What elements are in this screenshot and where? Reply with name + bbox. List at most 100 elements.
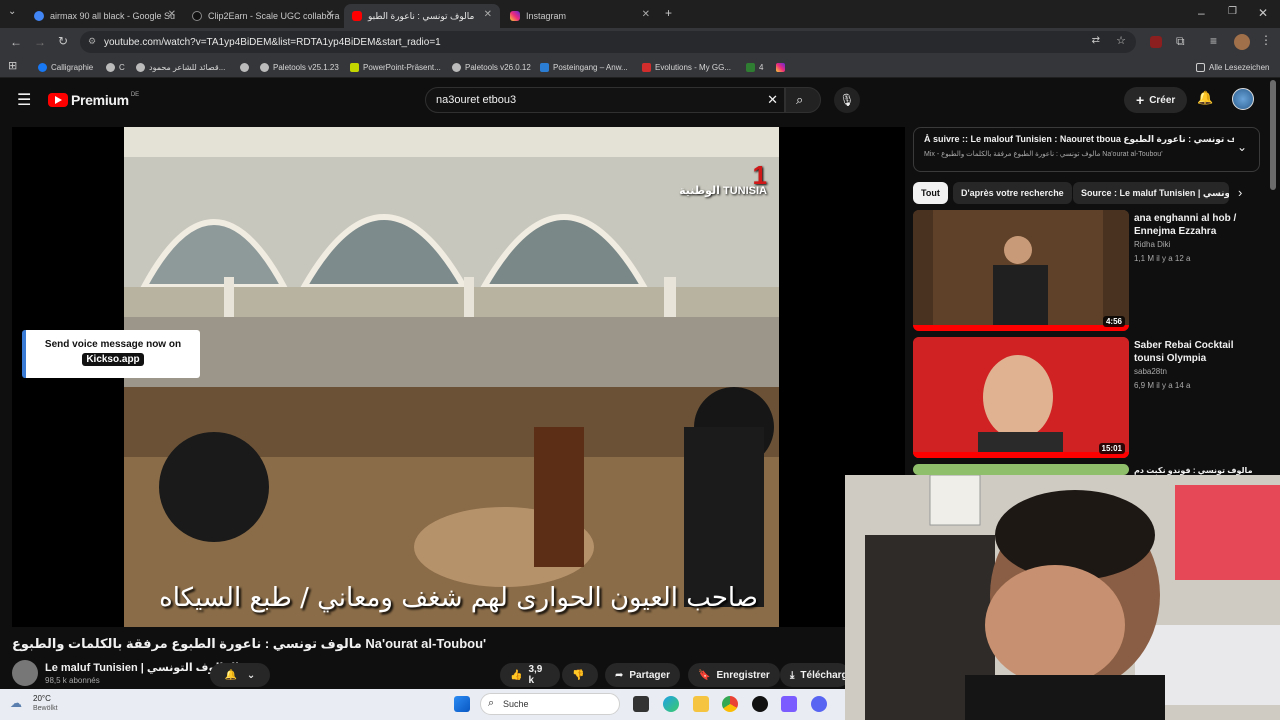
search-button[interactable]: ⌕ bbox=[785, 87, 821, 113]
chip-source[interactable]: Source : Le maluf Tunisien | المالوف الت… bbox=[1073, 182, 1229, 204]
video-title: مالوف تونسي : ناعورة الطبوع مرفقة بالكلم… bbox=[12, 636, 487, 651]
reload-icon[interactable]: ↻ bbox=[58, 34, 68, 48]
youtube-header: ☰ Premium DE na3ouret etbou3 ✕ ⌕ 🎙 + Cré… bbox=[0, 78, 1280, 122]
tab-instagram[interactable]: Instagram ✕ bbox=[502, 4, 658, 28]
thumbnail-image bbox=[913, 210, 1129, 331]
search-input[interactable]: na3ouret etbou3 ✕ bbox=[425, 87, 785, 113]
translate-icon[interactable]: ⇄ bbox=[1092, 35, 1100, 46]
chip-search-related[interactable]: D'après votre recherche bbox=[953, 182, 1072, 204]
edge-icon[interactable] bbox=[663, 696, 679, 712]
search-value: na3ouret etbou3 bbox=[436, 94, 517, 106]
extension-icon[interactable] bbox=[1150, 36, 1162, 48]
discord-icon[interactable] bbox=[811, 696, 827, 712]
browser-address-bar: ← → ↻ ⚙ youtube.com/watch?v=TA1yp4BiDEM&… bbox=[0, 28, 1280, 56]
close-icon[interactable]: ✕ bbox=[326, 9, 334, 20]
close-icon[interactable]: ✕ bbox=[642, 9, 650, 20]
mail-icon bbox=[540, 62, 549, 72]
window-close-icon[interactable]: ✕ bbox=[1258, 6, 1268, 20]
obs-icon[interactable] bbox=[752, 696, 768, 712]
recommendation-thumbnail[interactable]: 15:01 bbox=[913, 337, 1129, 458]
bell-icon: 🔔 bbox=[224, 669, 238, 681]
bookmark-calligraphie[interactable]: Calligraphie bbox=[38, 59, 93, 75]
task-view-icon[interactable] bbox=[633, 696, 649, 712]
tab-youtube[interactable]: مالوف تونسي : ناعورة الطبو ✕ bbox=[344, 4, 500, 28]
bookmark-label: Evolutions - My GG... bbox=[655, 62, 732, 72]
chevron-down-icon[interactable]: ⌄ bbox=[1237, 140, 1247, 154]
chevron-down-icon: ⌄ bbox=[246, 669, 256, 681]
windows-taskbar: ☁ 20°C Bewölkt ⌕ Suche bbox=[0, 689, 845, 720]
recommendation-thumbnail[interactable]: 4:56 bbox=[913, 210, 1129, 331]
subscription-bell-button[interactable]: 🔔 ⌄ bbox=[210, 663, 270, 687]
up-next-playlist[interactable]: À suivre :: Le malouf Tunisien : Naouret… bbox=[913, 127, 1260, 172]
extensions-puzzle-icon[interactable]: ⧉ bbox=[1176, 34, 1185, 49]
notifications-bell-icon[interactable]: 🔔 bbox=[1197, 90, 1213, 106]
bookmark-label: Calligraphie bbox=[51, 62, 94, 72]
share-button[interactable]: ➦ Partager bbox=[605, 663, 680, 687]
close-icon[interactable]: ✕ bbox=[484, 9, 492, 20]
thumbs-down-icon: 👎 bbox=[572, 669, 585, 681]
like-button[interactable]: 👍 3,9 k bbox=[500, 663, 560, 687]
minimize-icon[interactable]: – bbox=[1198, 6, 1205, 20]
bookmark-posteingang[interactable]: Posteingang – Anw... bbox=[540, 59, 628, 75]
app-grid-icon[interactable] bbox=[781, 696, 797, 712]
bookmark-paletools-26[interactable]: Paletools v26.0.12 bbox=[452, 59, 531, 75]
chip-all[interactable]: Tout bbox=[913, 182, 948, 204]
bookmark-label: Posteingang – Anw... bbox=[553, 62, 628, 72]
recommendation-title[interactable]: ana enghanni al hob / Ennejma Ezzahra bbox=[1134, 212, 1254, 238]
new-tab-icon[interactable]: + bbox=[665, 6, 672, 20]
recommendation-thumbnail[interactable] bbox=[913, 464, 1129, 475]
recommendation-title[interactable]: مالوف تونسي : فوندو نكبت دم المحابل bbox=[1134, 464, 1254, 475]
bookmark-c[interactable]: C bbox=[106, 59, 125, 75]
menu-icon[interactable]: ⋮ bbox=[1260, 33, 1272, 47]
create-button[interactable]: + Créer bbox=[1124, 87, 1188, 113]
save-button[interactable]: 🔖 Enregistrer bbox=[688, 663, 780, 687]
reading-list-icon[interactable]: ≡ bbox=[1210, 34, 1217, 48]
bookmark-powerpoint[interactable]: PowerPoint-Präsent... bbox=[350, 59, 441, 75]
bookmark-star-icon[interactable]: ☆ bbox=[1116, 34, 1126, 47]
channel-avatar[interactable] bbox=[12, 660, 38, 686]
weather-cloud-icon[interactable]: ☁ bbox=[10, 696, 22, 710]
url-field[interactable]: ⚙ youtube.com/watch?v=TA1yp4BiDEM&list=R… bbox=[80, 31, 1136, 53]
watermark-number: 1 bbox=[752, 160, 767, 190]
chrome-icon[interactable] bbox=[722, 696, 738, 712]
bookmark-qasaid[interactable]: قصائد للشاعر محمود... bbox=[136, 59, 225, 75]
create-label: Créer bbox=[1149, 94, 1176, 106]
dislike-button[interactable]: 👎 bbox=[562, 663, 598, 687]
hamburger-menu-icon[interactable]: ☰ bbox=[17, 90, 31, 110]
page-scrollbar[interactable] bbox=[1270, 80, 1276, 190]
weather-temp[interactable]: 20°C bbox=[33, 694, 51, 703]
apps-grid-icon[interactable]: ⊞ bbox=[8, 59, 17, 72]
back-icon[interactable]: ← bbox=[10, 35, 22, 49]
account-avatar[interactable] bbox=[1232, 88, 1254, 110]
file-explorer-icon[interactable] bbox=[693, 696, 709, 712]
download-button[interactable]: ⤓ Télécharger bbox=[780, 663, 850, 687]
bookmark-paletools-25[interactable]: Paletools v25.1.23 bbox=[260, 59, 339, 75]
tab-search-icon[interactable]: ⌄ bbox=[8, 6, 16, 17]
taskbar-search[interactable]: ⌕ Suche bbox=[480, 693, 620, 715]
bookmark-label: قصائد للشاعر محمود... bbox=[149, 62, 226, 72]
bookmark-instagram[interactable] bbox=[776, 59, 789, 75]
recommendation-channel[interactable]: saba28tn bbox=[1134, 367, 1167, 376]
site-info-icon[interactable]: ⚙ bbox=[88, 36, 96, 47]
evolutions-icon bbox=[642, 62, 651, 72]
tab-google[interactable]: airmax 90 all black - Google Su ✕ bbox=[26, 4, 184, 28]
all-bookmarks[interactable]: Alle Lesezeichen bbox=[1196, 59, 1269, 75]
close-icon[interactable]: ✕ bbox=[168, 9, 176, 20]
kickso-overlay-widget[interactable]: Send voice message now on Kickso.app bbox=[22, 330, 200, 378]
restore-icon[interactable]: ❐ bbox=[1228, 6, 1237, 17]
forward-icon[interactable]: → bbox=[34, 35, 46, 49]
bookmark-evolutions[interactable]: Evolutions - My GG... bbox=[642, 59, 731, 75]
profile-avatar[interactable] bbox=[1234, 34, 1250, 50]
bookmark-label: PowerPoint-Präsent... bbox=[363, 62, 441, 72]
bookmark-4[interactable]: 4 bbox=[746, 59, 763, 75]
windows-start-icon[interactable] bbox=[454, 696, 470, 712]
youtube-logo[interactable]: Premium DE bbox=[48, 92, 139, 108]
tab-clip2earn[interactable]: Clip2Earn - Scale UGC collabora ✕ bbox=[184, 4, 342, 28]
voice-search-icon[interactable]: 🎙 bbox=[834, 87, 860, 113]
bookmark-label: C bbox=[119, 62, 125, 72]
bookmark-globe[interactable] bbox=[240, 59, 253, 75]
recommendation-title[interactable]: Saber Rebai Cocktail tounsi Olympia bbox=[1134, 339, 1254, 365]
clear-search-icon[interactable]: ✕ bbox=[767, 92, 778, 108]
chevron-right-icon[interactable]: › bbox=[1238, 185, 1242, 200]
recommendation-channel[interactable]: Ridha Diki bbox=[1134, 240, 1170, 249]
